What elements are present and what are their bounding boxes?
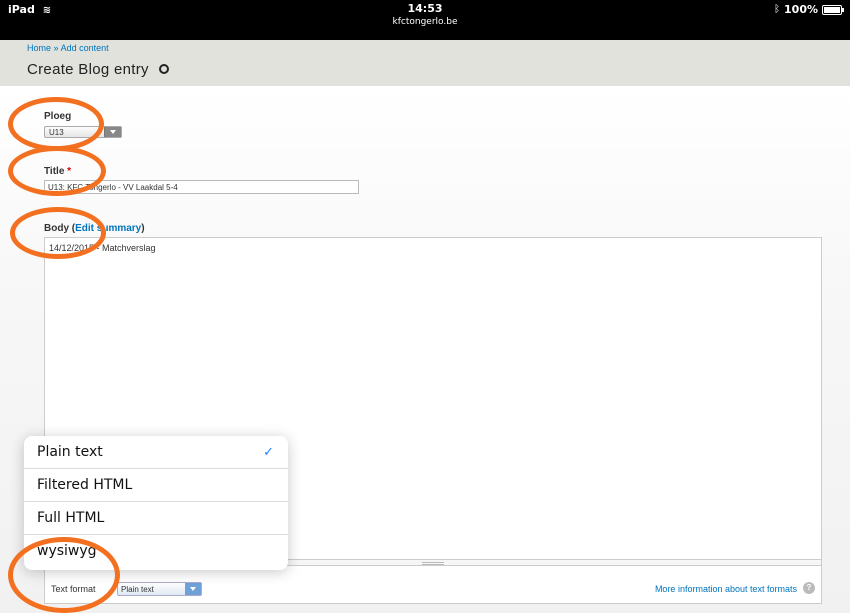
body-label-text: Body bbox=[44, 223, 69, 234]
battery-percent: 100% bbox=[784, 3, 818, 16]
help-icon[interactable]: ? bbox=[803, 582, 815, 594]
battery-icon bbox=[822, 4, 844, 15]
breadcrumb: Home » Add content bbox=[27, 43, 109, 53]
chevron-down-icon bbox=[104, 127, 121, 137]
picker-option-label: Full HTML bbox=[37, 510, 105, 526]
title-label: Title * bbox=[44, 166, 71, 177]
status-url[interactable]: kfctongerlo.be bbox=[0, 16, 850, 28]
edit-summary-link[interactable]: Edit summary bbox=[75, 223, 141, 234]
breadcrumb-home[interactable]: Home bbox=[27, 43, 51, 53]
required-mark: * bbox=[67, 166, 72, 177]
text-format-bar: Text format Plain text More information … bbox=[44, 566, 822, 604]
shortcut-icon[interactable] bbox=[158, 64, 169, 75]
status-center: 14:53 kfctongerlo.be bbox=[0, 3, 850, 28]
title-input[interactable]: U13: KFC Tongerlo - VV Laakdal 5-4 bbox=[44, 180, 359, 194]
chevron-down-icon bbox=[185, 583, 201, 595]
ploeg-select[interactable]: U13 bbox=[44, 126, 122, 138]
picker-option-label: Filtered HTML bbox=[37, 477, 133, 493]
picker-option-filtered-html[interactable]: Filtered HTML bbox=[24, 469, 288, 502]
text-format-picker-popover: Plain text ✓ Filtered HTML Full HTML wys… bbox=[24, 436, 288, 570]
picker-option-label: Plain text bbox=[37, 444, 103, 460]
page-title-text: Create Blog entry bbox=[27, 61, 149, 78]
picker-option-plain-text[interactable]: Plain text ✓ bbox=[24, 436, 288, 469]
picker-option-label: wysiwyg bbox=[37, 543, 97, 559]
text-format-help-link[interactable]: More information about text formats bbox=[655, 584, 797, 594]
breadcrumb-separator: » bbox=[53, 43, 59, 53]
page-title: Create Blog entry bbox=[27, 61, 169, 78]
picker-option-wysiwyg[interactable]: wysiwyg bbox=[24, 535, 288, 568]
text-format-select-value: Plain text bbox=[121, 585, 154, 594]
text-format-select[interactable]: Plain text bbox=[117, 582, 202, 596]
body-label: Body (Edit summary) bbox=[44, 223, 145, 234]
bluetooth-icon: ᛒ bbox=[774, 4, 781, 15]
ploeg-select-value: U13 bbox=[49, 128, 64, 137]
text-format-label: Text format bbox=[51, 584, 96, 594]
breadcrumb-add-content[interactable]: Add content bbox=[61, 43, 109, 53]
picker-option-full-html[interactable]: Full HTML bbox=[24, 502, 288, 535]
ploeg-label: Ploeg bbox=[44, 111, 72, 122]
check-icon: ✓ bbox=[263, 445, 274, 460]
status-right: ᛒ 100% bbox=[774, 3, 844, 16]
ios-status-bar: iPad ≋ 14:53 kfctongerlo.be ᛒ 100% bbox=[0, 0, 850, 40]
status-time: 14:53 bbox=[407, 2, 443, 15]
page-header: Home » Add content Create Blog entry bbox=[0, 40, 850, 86]
title-label-text: Title bbox=[44, 166, 65, 177]
